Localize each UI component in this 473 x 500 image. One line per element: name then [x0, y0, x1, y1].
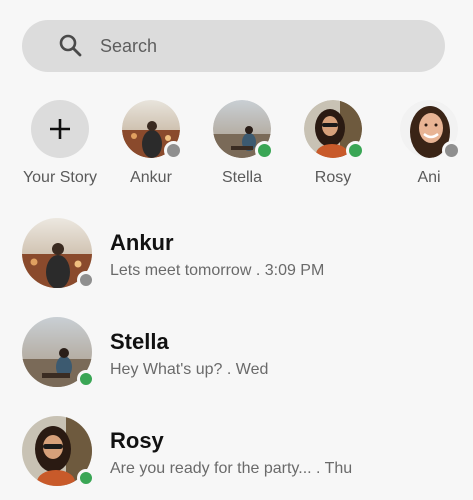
chat-last-message: Hey What's up? . Wed: [110, 361, 269, 378]
avatar[interactable]: [22, 416, 95, 487]
chat-item-stella[interactable]: Stella Hey What's up? . Wed: [0, 317, 473, 389]
story-avatar[interactable]: [122, 100, 183, 160]
search-icon: [59, 34, 82, 57]
chat-item-rosy[interactable]: Rosy Are you ready for the party... . Th…: [0, 416, 473, 488]
chat-name: Stella: [110, 329, 169, 354]
stories-row: Your Story Ankur Stella Rosy Ani: [0, 100, 473, 190]
avatar[interactable]: [22, 218, 95, 289]
story-label: Ani: [417, 169, 441, 186]
chat-name: Ankur: [110, 230, 174, 255]
story-rosy[interactable]: Rosy: [288, 100, 378, 186]
chat-item-ankur[interactable]: Ankur Lets meet tomorrow . 3:09 PM: [0, 218, 473, 290]
chat-last-message: Lets meet tomorrow . 3:09 PM: [110, 262, 325, 279]
story-avatar[interactable]: [400, 100, 461, 160]
story-label: Rosy: [314, 169, 352, 186]
online-status-dot: [77, 370, 95, 388]
story-label: Your Story: [22, 169, 98, 186]
offline-status-dot: [77, 271, 95, 289]
story-avatar[interactable]: [304, 100, 365, 160]
story-your-story[interactable]: Your Story: [15, 100, 105, 186]
story-stella[interactable]: Stella: [197, 100, 287, 186]
chat-last-message: Are you ready for the party... . Thu: [110, 460, 353, 477]
chat-name: Rosy: [110, 428, 164, 453]
offline-status-dot: [164, 141, 183, 160]
plus-icon: [50, 119, 70, 139]
online-status-dot: [77, 469, 95, 487]
search-bar[interactable]: Search: [22, 20, 445, 72]
story-ankur[interactable]: Ankur: [106, 100, 196, 186]
offline-status-dot: [442, 141, 461, 160]
story-label: Ankur: [130, 169, 172, 186]
add-story-button[interactable]: [31, 100, 89, 158]
online-status-dot: [346, 141, 365, 160]
story-label: Stella: [221, 169, 263, 186]
story-ani[interactable]: Ani: [384, 100, 473, 186]
story-avatar[interactable]: [213, 100, 274, 160]
avatar[interactable]: [22, 317, 95, 388]
search-input[interactable]: Search: [100, 20, 157, 72]
online-status-dot: [255, 141, 274, 160]
